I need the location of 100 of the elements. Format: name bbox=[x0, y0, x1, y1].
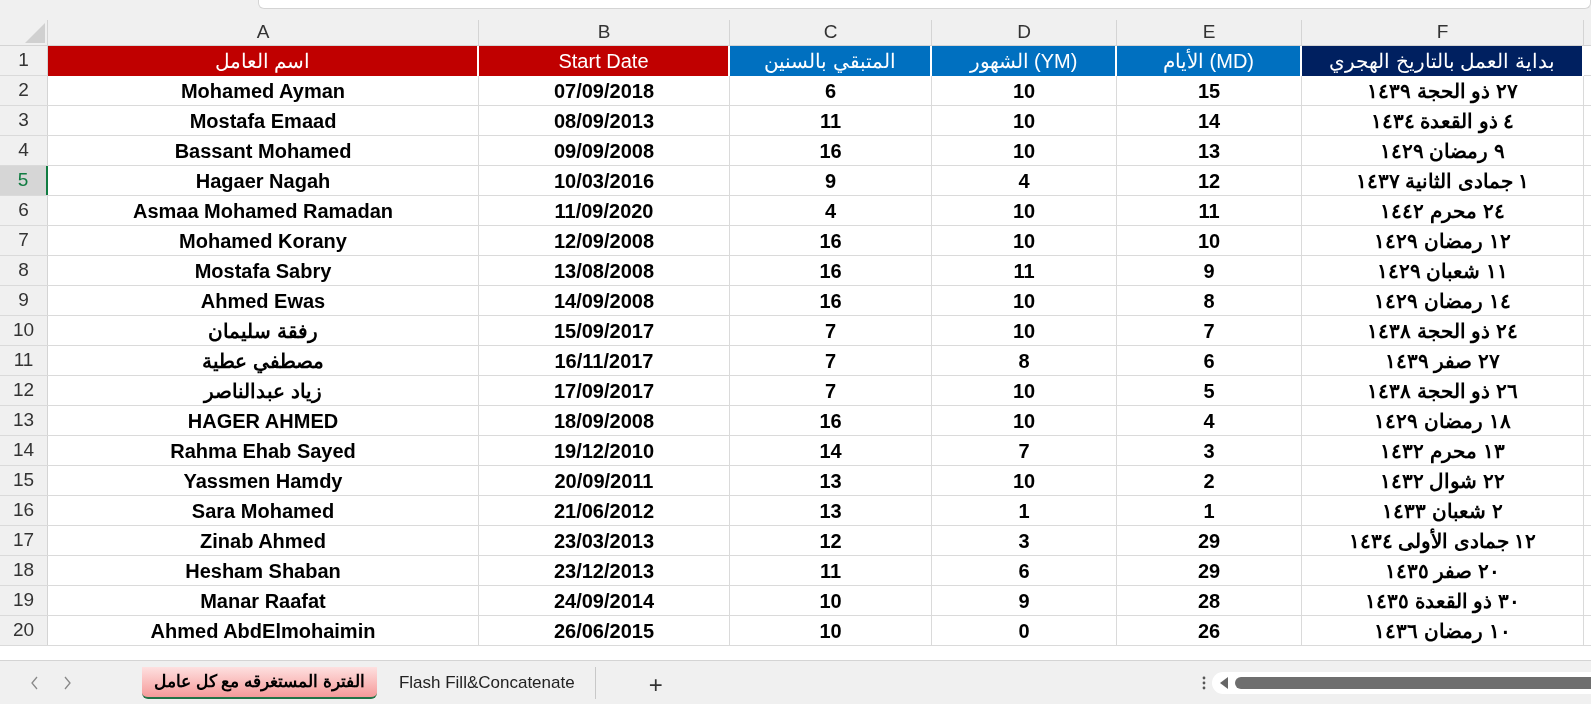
column-header[interactable]: F bbox=[1436, 20, 1449, 47]
table-cell-text: 13 bbox=[1197, 138, 1221, 164]
next-sheet-icon[interactable] bbox=[62, 675, 72, 690]
table-cell-text: 29 bbox=[1197, 558, 1221, 584]
scrollbar-thumb[interactable] bbox=[1234, 676, 1591, 689]
table-cell-text: 26/06/2015 bbox=[553, 618, 655, 644]
table-cell-text: 12/09/2008 bbox=[553, 228, 655, 254]
column-header[interactable]: E bbox=[1202, 20, 1216, 47]
table-cell-text: ٢٠ صفر ١٤٣٥ bbox=[1384, 558, 1501, 586]
table-cell-text: 21/06/2012 bbox=[553, 498, 655, 524]
table-cell-text: ١٢ جمادى الأولى ١٤٣٤ bbox=[1348, 527, 1537, 556]
table-cell-text: 1 bbox=[1018, 498, 1030, 524]
table-cell-text: 5 bbox=[1203, 378, 1215, 404]
table-cell-text: ١٢ رمضان ١٤٢٩ bbox=[1374, 228, 1511, 256]
table-cell-text: 26 bbox=[1197, 618, 1221, 644]
table-cell-text: 1 bbox=[1203, 498, 1215, 524]
table-cell-text: ٢٧ صفر ١٤٣٩ bbox=[1384, 348, 1501, 376]
table-cell-text: ٩ رمضان ١٤٢٩ bbox=[1379, 138, 1506, 166]
table-cell-text: 16/11/2017 bbox=[554, 348, 654, 374]
header-cell: اسم العامل bbox=[48, 46, 479, 76]
table-cell-text: 10 bbox=[1012, 378, 1036, 404]
table-cell-text: 7 bbox=[824, 318, 837, 344]
table-cell-text: 17/09/2017 bbox=[553, 378, 655, 404]
add-sheet-button[interactable]: + bbox=[595, 666, 716, 699]
sheet-tab[interactable]: الفترة المستغرقه مع كل عامل bbox=[142, 666, 377, 699]
previous-sheet-icon[interactable] bbox=[30, 675, 40, 690]
scroll-left-icon[interactable] bbox=[1219, 676, 1229, 689]
table-cell-text: 24/09/2014 bbox=[553, 588, 655, 614]
table-cell-text: 29 bbox=[1197, 528, 1221, 554]
table-cell-text: Hesham Shaban bbox=[185, 558, 341, 584]
table-cell-text: 16 bbox=[819, 138, 842, 164]
table-cell-text: Sara Mohamed bbox=[191, 498, 335, 524]
table-cell-text: 7 bbox=[1203, 318, 1215, 344]
table-cell-text: 10 bbox=[1197, 228, 1221, 254]
table-cell-text: 16 bbox=[819, 258, 842, 284]
table-cell-text: 8 bbox=[1203, 288, 1215, 314]
table-cell-text: 10 bbox=[1012, 108, 1036, 134]
column-header[interactable]: C bbox=[823, 20, 838, 47]
horizontal-scrollbar[interactable] bbox=[1211, 671, 1591, 694]
table-cell-text: ٣٠ ذو القعدة ١٤٣٥ bbox=[1365, 588, 1520, 616]
table-cell-text: ٢٧ ذو الحجة ١٤٣٩ bbox=[1367, 78, 1518, 106]
table-cell-text: رفقة سليمان bbox=[208, 318, 318, 346]
table-cell-text: 28 bbox=[1197, 588, 1221, 614]
table-cell-text: Zinab Ahmed bbox=[200, 528, 326, 554]
table-cell-text: 7 bbox=[824, 348, 837, 374]
table-cell-text: 10 bbox=[819, 618, 842, 644]
table-cell-text: 4 bbox=[1203, 408, 1215, 434]
table-cell-text: Manar Raafat bbox=[200, 588, 326, 614]
table-cell-text: ١٤ رمضان ١٤٢٩ bbox=[1374, 288, 1511, 316]
table-cell-text: 10/03/2016 bbox=[553, 168, 655, 194]
table-cell-text: 14 bbox=[1197, 108, 1221, 134]
table-cell-text: 10 bbox=[1012, 138, 1036, 164]
table-cell-text: HAGER AHMED bbox=[187, 408, 339, 434]
header-cell: بداية العمل بالتاريخ الهجري bbox=[1302, 46, 1584, 76]
table-cell-text: 4 bbox=[824, 198, 837, 224]
table-cell-text: 10 bbox=[1012, 228, 1036, 254]
table-cell-text: 10 bbox=[1012, 288, 1036, 314]
table-cell-text: زياد عبدالناصر bbox=[204, 378, 322, 406]
table-cell-text: Ahmed Ewas bbox=[200, 288, 326, 314]
table-cell-text: 7 bbox=[824, 378, 837, 404]
table-cell-text: 14 bbox=[819, 438, 842, 464]
table-cell-text: 10 bbox=[1012, 198, 1036, 224]
table-cell-text: 16 bbox=[819, 228, 842, 254]
table-cell-text: 15/09/2017 bbox=[553, 318, 655, 344]
table-cell-text: ٤ ذو القعدة ١٤٣٤ bbox=[1370, 108, 1515, 136]
table-cell-text: 10 bbox=[1012, 468, 1036, 494]
table-cell-text: 8 bbox=[1018, 348, 1030, 374]
table-cell-text: 20/09/2011 bbox=[554, 468, 654, 494]
table-cell-text: 16 bbox=[819, 408, 842, 434]
header-cell: Start Date bbox=[479, 46, 730, 76]
table-cell-text: 18/09/2008 bbox=[553, 408, 655, 434]
table-cell-text: 10 bbox=[819, 588, 842, 614]
table-cell-text: مصطفي عطية bbox=[202, 348, 324, 376]
table-cell-text: 11/09/2020 bbox=[554, 198, 654, 224]
more-options-icon[interactable] bbox=[1201, 675, 1206, 690]
table-cell-text: 09/09/2008 bbox=[553, 138, 655, 164]
column-header[interactable]: B bbox=[597, 20, 611, 47]
table-cell-text: Rahma Ehab Sayed bbox=[170, 438, 356, 464]
table-cell-text: 11 bbox=[819, 108, 842, 134]
sheet-tab[interactable]: Flash Fill&Concatenate bbox=[378, 666, 596, 699]
table-cell-text: 4 bbox=[1018, 168, 1030, 194]
table-cell-text: 19/12/2010 bbox=[553, 438, 655, 464]
table-cell-text: ٢ شعبان ١٤٣٣ bbox=[1382, 498, 1503, 524]
table-cell-text: 11 bbox=[819, 558, 842, 584]
table-cell-text: 10 bbox=[1012, 318, 1036, 344]
header-cell: الشهور (YM) bbox=[932, 46, 1117, 76]
table-cell-text: 12 bbox=[1197, 168, 1221, 194]
table-cell-text: 6 bbox=[1018, 558, 1030, 584]
table-cell-text: ١٨ رمضان ١٤٢٩ bbox=[1374, 408, 1511, 436]
table-cell-text: ٢٦ ذو الحجة ١٤٣٨ bbox=[1367, 378, 1518, 406]
table-cell-text: 11 bbox=[1013, 258, 1035, 284]
column-header[interactable]: D bbox=[1017, 20, 1031, 47]
table-cell-text: ٢٤ ذو الحجة ١٤٣٨ bbox=[1367, 318, 1518, 346]
table-cell-text: 0 bbox=[1018, 618, 1030, 644]
table-cell-text: Ahmed AbdElmohaimin bbox=[150, 618, 376, 644]
table-cell-text: Asmaa Mohamed Ramadan bbox=[132, 198, 394, 224]
table-cell-text: ١٠ رمضان ١٤٣٦ bbox=[1374, 618, 1511, 646]
column-header[interactable]: A bbox=[256, 20, 270, 47]
table-cell-text: Mohamed Korany bbox=[179, 228, 347, 254]
table-cell-text: 6 bbox=[1203, 348, 1215, 374]
